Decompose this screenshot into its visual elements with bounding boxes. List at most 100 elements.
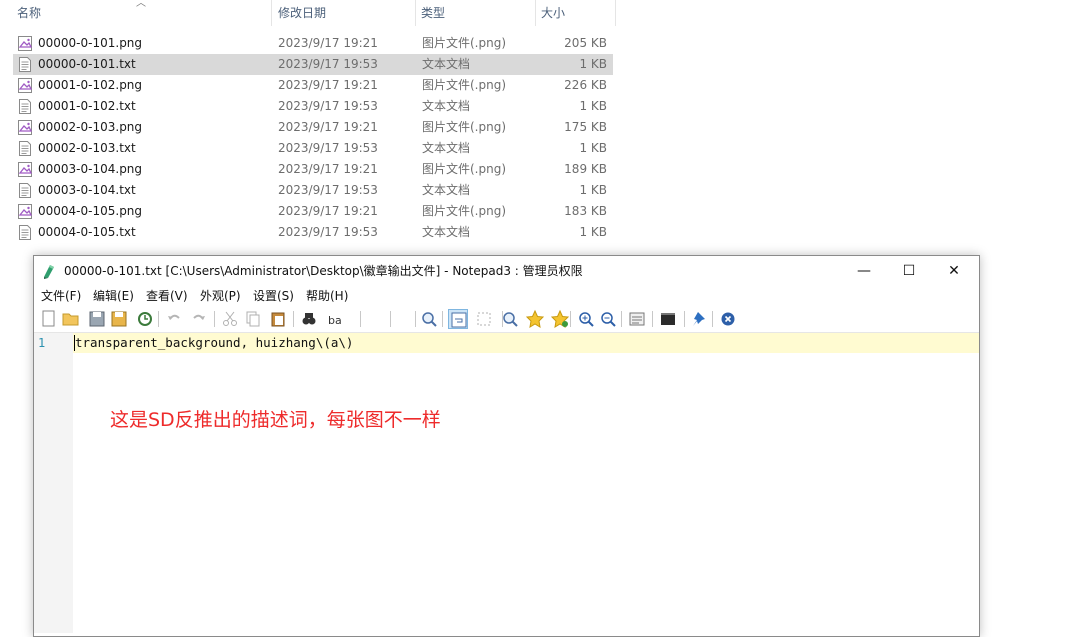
file-name: 00004-0-105.png [38,204,143,218]
bookmark-button[interactable] [525,309,545,329]
column-date-header[interactable]: 修改日期 [273,0,416,26]
file-name: 00000-0-101.png [38,36,143,50]
column-size-label: 大小 [541,6,566,20]
file-date: 2023/9/17 19:53 [278,57,378,71]
image-file-icon [17,161,33,178]
toolbar-separator [684,311,685,327]
toolbar-separator [712,311,713,327]
text-file-icon [17,98,33,115]
file-name: 00001-0-102.txt [38,99,136,113]
undo-icon [168,314,180,320]
file-row[interactable]: 00002-0-103.png 2023/9/17 19:21 图片文件(.png)… [13,117,613,138]
cut-icon [223,311,237,326]
bookmark-next-button[interactable] [550,309,570,329]
bookmark-icon [525,309,545,328]
file-row[interactable]: 00004-0-105.png 2023/9/17 19:21 图片文件(.png)… [13,201,613,222]
menu-view[interactable]: 查看(V) [146,286,188,306]
save-as-icon [111,311,127,327]
text-file-icon [17,140,33,157]
menu-edit[interactable]: 编辑(E) [93,286,134,306]
title-bar[interactable]: 00000-0-101.txt [C:\Users\Administrator\… [34,256,979,286]
window-title: 00000-0-101.txt [C:\Users\Administrator\… [64,264,583,278]
undo-button[interactable] [164,309,184,329]
word-wrap-button[interactable] [448,309,468,329]
toolbar-separator [570,311,571,327]
file-size: 189 KB [564,162,607,176]
menu-bar: 文件(F) 编辑(E) 查看(V) 外观(P) 设置(S) 帮助(H) [34,286,979,306]
column-type-header[interactable]: 类型 [416,0,536,26]
exit-icon [721,312,735,326]
minimize-button[interactable]: — [841,256,887,286]
file-type: 图片文件(.png) [422,78,507,92]
console-button[interactable] [658,309,678,329]
file-name: 00001-0-102.png [38,78,143,92]
svg-text:ba: ba [328,314,342,327]
zoom-in-button[interactable] [576,309,596,329]
file-name: 00003-0-104.txt [38,183,136,197]
pin-button[interactable] [690,309,710,329]
close-button[interactable]: ✕ [931,256,977,286]
file-row[interactable]: 00003-0-104.txt 2023/9/17 19:53 文本文档 1 KB [13,180,613,201]
find-button[interactable] [299,309,319,329]
paste-icon [271,312,285,327]
new-file-button[interactable] [39,309,59,329]
file-date: 2023/9/17 19:53 [278,141,378,155]
file-row[interactable]: 00004-0-105.txt 2023/9/17 19:53 文本文档 1 KB [13,222,613,243]
file-date: 2023/9/17 19:21 [278,162,378,176]
select-all-icon [477,312,491,326]
new-file-icon [42,310,55,327]
editor-text-line[interactable]: transparent_background, huizhang\(a\) [75,335,353,350]
paste-button[interactable] [268,309,288,329]
file-size: 1 KB [579,99,607,113]
replace-icon: ba [328,314,342,327]
editor-area[interactable]: 1 transparent_background, huizhang\(a\) [34,333,979,633]
file-row[interactable]: 00001-0-102.txt 2023/9/17 19:53 文本文档 1 KB [13,96,613,117]
reload-button[interactable] [135,309,155,329]
notepad3-window: 00000-0-101.txt [C:\Users\Administrator\… [33,255,980,637]
line-number: 1 [38,336,46,350]
replace-button[interactable]: ba [325,309,345,329]
find-in-files-button[interactable] [419,309,439,329]
cut-button[interactable] [220,309,240,329]
redo-button[interactable] [189,309,209,329]
file-size: 205 KB [564,36,607,50]
zoom-out-button[interactable] [598,309,618,329]
toolbar-separator [652,311,653,327]
menu-settings[interactable]: 设置(S) [253,286,294,306]
file-list: 00000-0-101.png 2023/9/17 19:21 图片文件(.png)… [13,33,613,243]
maximize-button[interactable]: ☐ [886,256,932,286]
text-file-icon [17,224,33,241]
file-size: 1 KB [579,57,607,71]
schema-button[interactable] [627,309,647,329]
file-type: 图片文件(.png) [422,204,507,218]
copy-button[interactable] [243,309,263,329]
file-row[interactable]: 00001-0-102.png 2023/9/17 19:21 图片文件(.png)… [13,75,613,96]
file-row[interactable]: 00003-0-104.png 2023/9/17 19:21 图片文件(.png)… [13,159,613,180]
save-as-button[interactable] [109,309,129,329]
select-all-button[interactable] [474,309,494,329]
open-folder-button[interactable] [61,309,81,329]
file-row[interactable]: 00002-0-103.txt 2023/9/17 19:53 文本文档 1 KB [13,138,613,159]
toolbar-separator [415,311,416,327]
save-button[interactable] [87,309,107,329]
zoom-out-icon [601,312,616,327]
column-size-header[interactable]: 大小 [536,0,616,26]
text-file-icon [17,182,33,199]
file-type: 文本文档 [422,99,471,113]
menu-help[interactable]: 帮助(H) [306,286,348,306]
file-type: 文本文档 [422,183,471,197]
file-type: 文本文档 [422,57,471,71]
toolbar-separator [502,311,503,327]
zoom-search-button[interactable] [500,309,520,329]
file-size: 1 KB [579,183,607,197]
file-row[interactable]: 00000-0-101.png 2023/9/17 19:21 图片文件(.png)… [13,33,613,54]
file-type: 图片文件(.png) [422,120,507,134]
annotation-text: 这是SD反推出的描述词，每张图不一样 [110,409,441,431]
exit-button[interactable] [718,309,738,329]
menu-appearance[interactable]: 外观(P) [200,286,241,306]
pin-icon [693,312,705,326]
file-name: 00000-0-101.txt [38,57,136,71]
file-row[interactable]: 00000-0-101.txt 2023/9/17 19:53 文本文档 1 KB [13,54,613,75]
menu-file[interactable]: 文件(F) [41,286,81,306]
image-file-icon [17,119,33,136]
